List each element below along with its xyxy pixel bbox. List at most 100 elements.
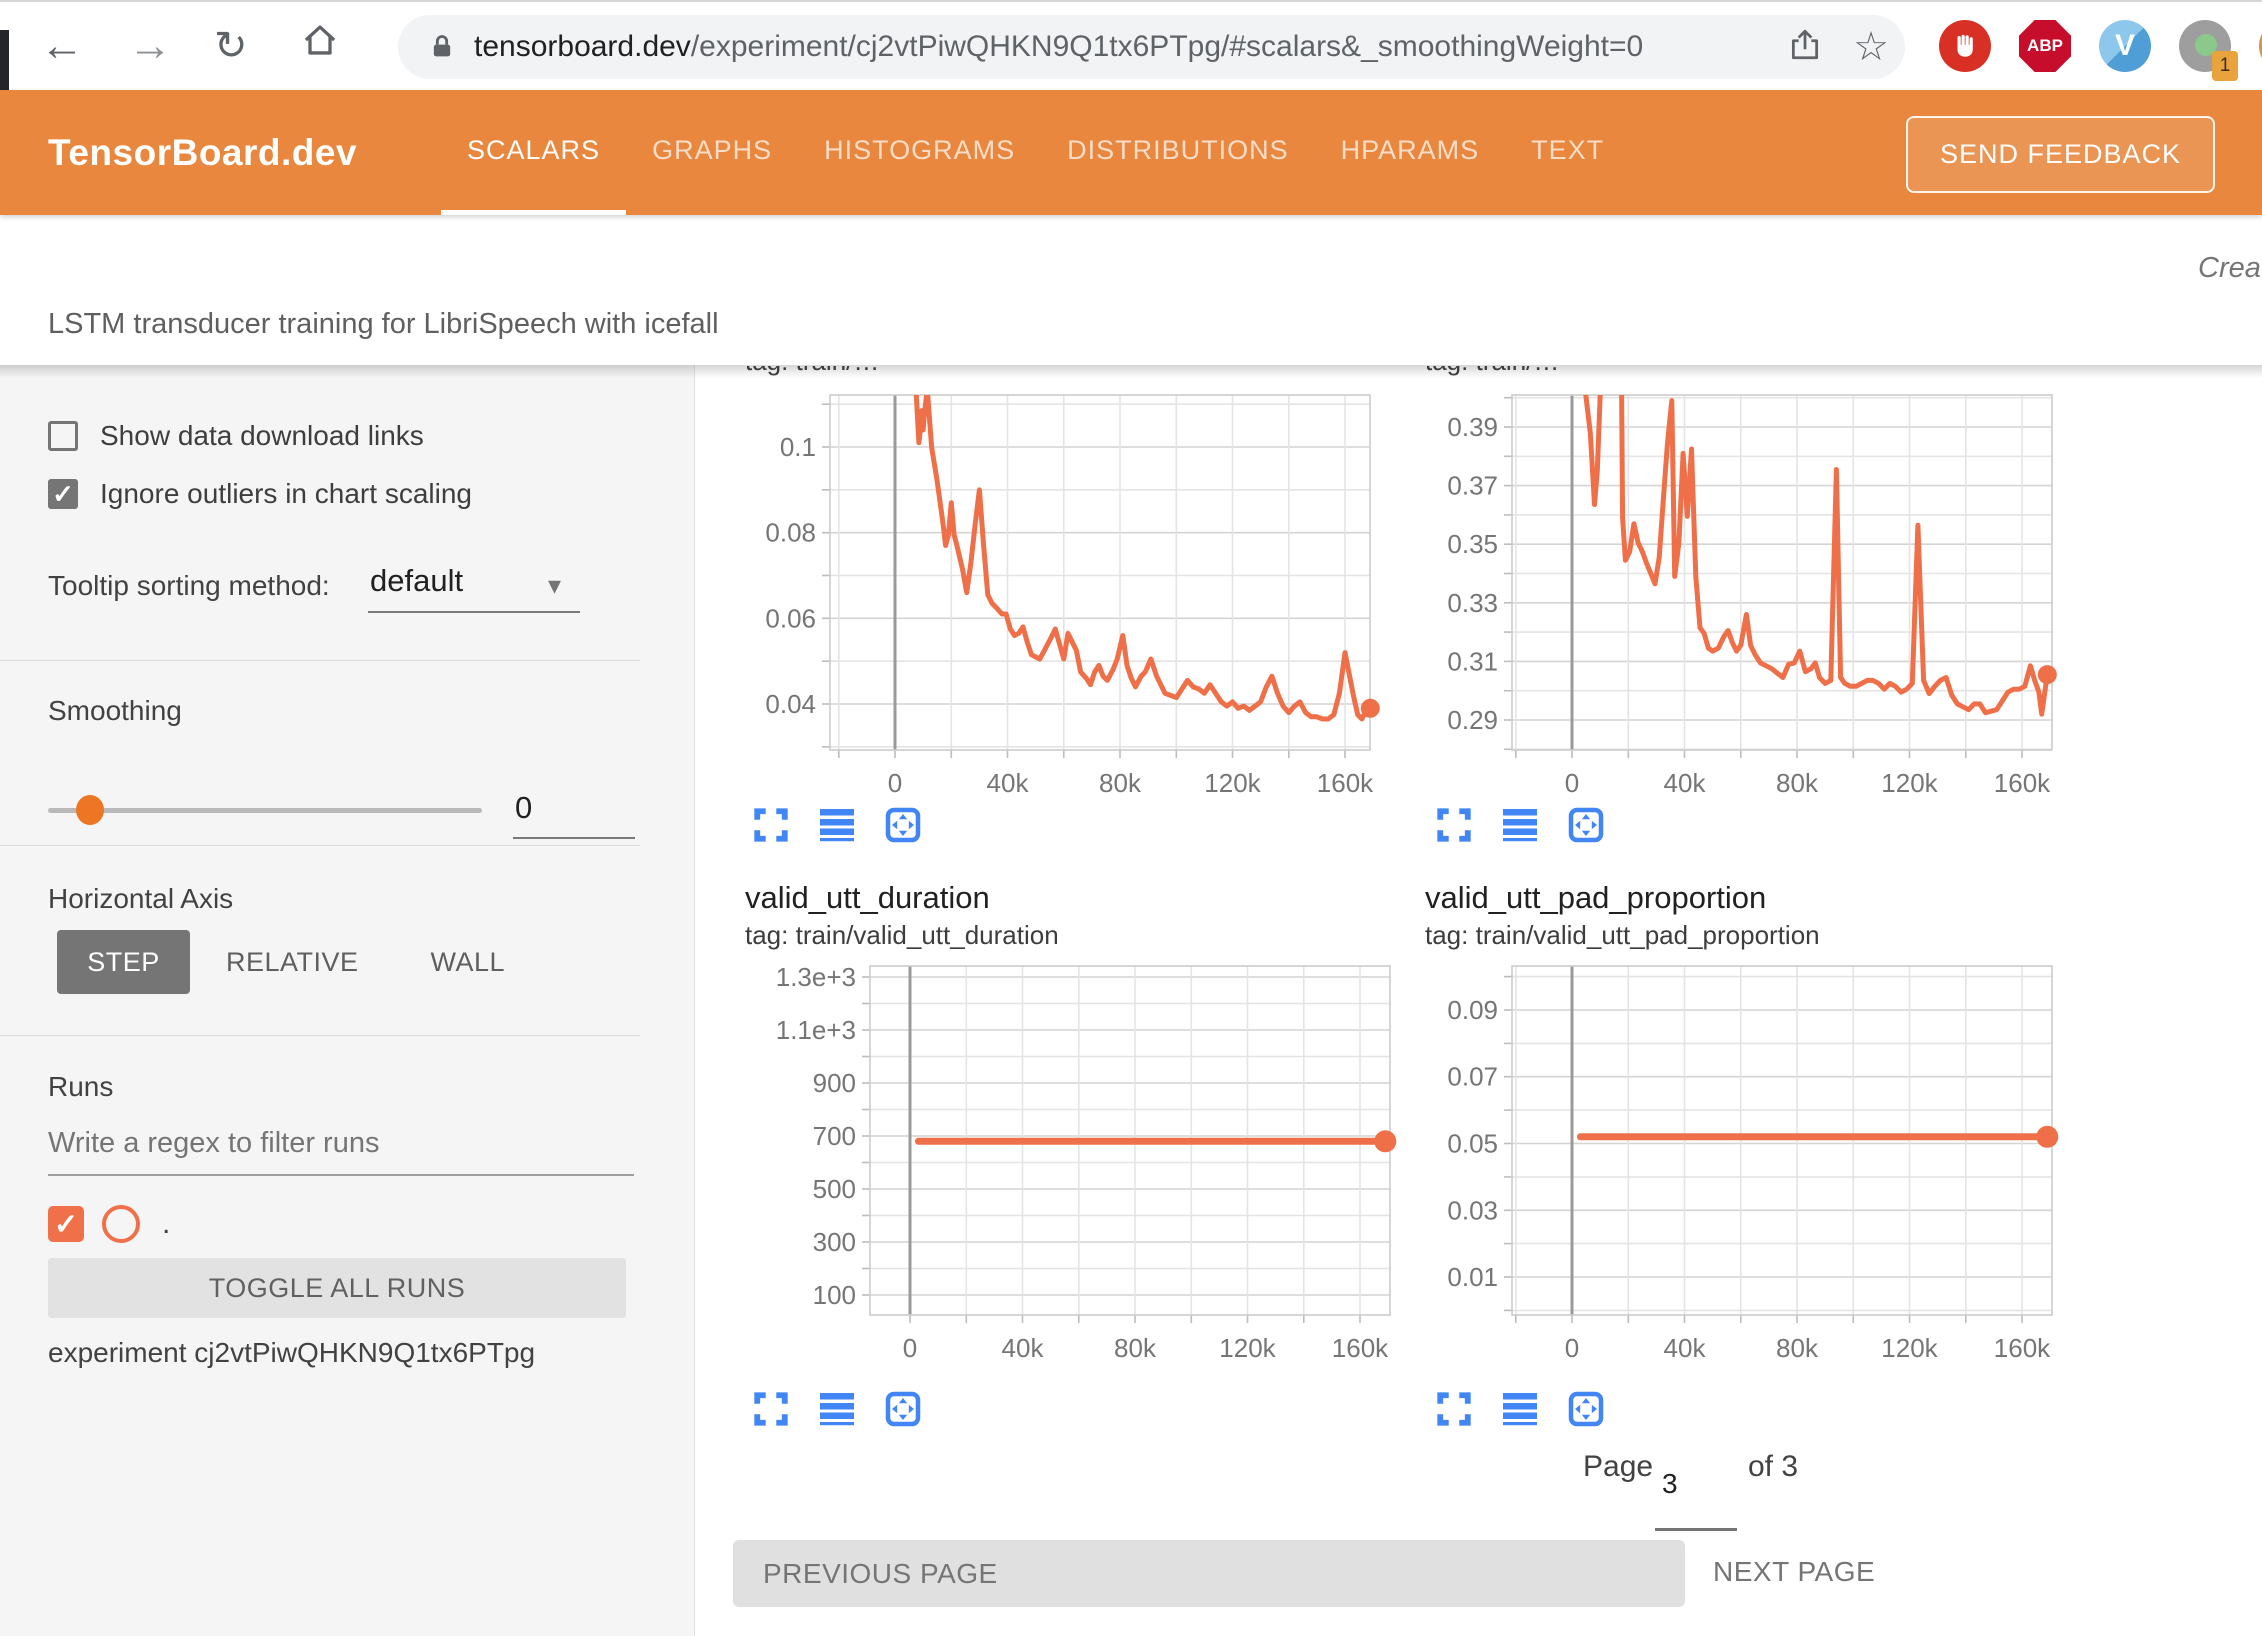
- brand-logo[interactable]: TensorBoard.dev: [48, 132, 408, 174]
- fit-domain-icon[interactable]: [1567, 1390, 1605, 1428]
- app-header: TensorBoard.dev SCALARS GRAPHS HISTOGRAM…: [0, 90, 2262, 215]
- svg-text:0.03: 0.03: [1447, 1195, 1498, 1225]
- fullscreen-icon[interactable]: [752, 806, 790, 844]
- scalar-chart-top-right[interactable]: 0.290.310.330.350.370.39040k80k120k160k: [1380, 368, 2090, 828]
- checkbox-icon[interactable]: ✓: [48, 479, 78, 509]
- tooltip-sort-dropdown[interactable]: default: [370, 563, 463, 599]
- checkbox-icon[interactable]: [48, 421, 78, 451]
- svg-text:500: 500: [813, 1174, 856, 1204]
- chart-toolbar: [1435, 1390, 1605, 1428]
- axis-relative-button[interactable]: RELATIVE: [190, 930, 395, 994]
- svg-text:0.06: 0.06: [765, 603, 816, 633]
- tab-text[interactable]: TEXT: [1505, 90, 1630, 215]
- tab-distributions[interactable]: DISTRIBUTIONS: [1041, 90, 1315, 215]
- axis-wall-button[interactable]: WALL: [395, 930, 542, 994]
- axis-step-button[interactable]: STEP: [57, 930, 190, 994]
- svg-text:0.39: 0.39: [1447, 412, 1498, 442]
- scalar-chart-top-left[interactable]: 0.040.060.080.1040k80k120k160k: [700, 368, 1390, 828]
- svg-text:120k: 120k: [1204, 768, 1261, 798]
- send-feedback-button[interactable]: SEND FEEDBACK: [1906, 116, 2215, 193]
- tab-scalars[interactable]: SCALARS: [441, 90, 626, 215]
- address-bar[interactable]: tensorboard.dev/experiment/cj2vtPiwQHKN9…: [398, 15, 1905, 79]
- smoothing-value-input[interactable]: 0: [515, 790, 532, 826]
- run-row: ✓ .: [48, 1205, 170, 1243]
- fullscreen-icon[interactable]: [1435, 806, 1473, 844]
- lock-icon: [428, 32, 456, 62]
- smoothing-value-underline: [513, 837, 635, 839]
- dropdown-underline: [368, 611, 580, 613]
- fit-domain-icon[interactable]: [1567, 806, 1605, 844]
- next-page-button[interactable]: NEXT PAGE: [1713, 1556, 1875, 1588]
- svg-text:120k: 120k: [1881, 1333, 1938, 1363]
- log-scale-icon[interactable]: [818, 1390, 856, 1428]
- smoothing-slider-track[interactable]: [48, 808, 482, 813]
- run-color-swatch[interactable]: [102, 1205, 140, 1243]
- ignore-outliers-checkbox[interactable]: ✓ Ignore outliers in chart scaling: [48, 478, 472, 510]
- chevron-down-icon[interactable]: ▾: [548, 570, 561, 601]
- fullscreen-icon[interactable]: [1435, 1390, 1473, 1428]
- cookie-icon[interactable]: [2258, 19, 2262, 73]
- log-scale-icon[interactable]: [818, 806, 856, 844]
- scalar-chart-valid-utt-duration[interactable]: 1003005007009001.1e+31.3e+3040k80k120k16…: [700, 950, 1400, 1400]
- fit-domain-icon[interactable]: [884, 1390, 922, 1428]
- url-path: /experiment/cj2vtPiwQHKN9Q1tx6PTpg/#scal…: [691, 30, 1643, 63]
- svg-text:120k: 120k: [1219, 1333, 1276, 1363]
- log-scale-icon[interactable]: [1501, 806, 1539, 844]
- main-nav: SCALARS GRAPHS HISTOGRAMS DISTRIBUTIONS …: [441, 90, 1630, 215]
- svg-text:80k: 80k: [1776, 1333, 1819, 1363]
- chart-toolbar: [752, 1390, 922, 1428]
- home-icon[interactable]: [300, 16, 340, 76]
- svg-text:0.29: 0.29: [1447, 705, 1498, 735]
- fullscreen-icon[interactable]: [752, 1390, 790, 1428]
- scalar-chart-valid-utt-pad-proportion[interactable]: 0.010.030.050.070.09040k80k120k160k: [1380, 950, 2080, 1400]
- created-text-clipped: Crea: [2198, 252, 2261, 285]
- profile-extension-icon[interactable]: 1: [2178, 19, 2232, 73]
- chart-toolbar: [1435, 806, 1605, 844]
- url-host: tensorboard.dev: [474, 30, 691, 63]
- page-number-input[interactable]: 3: [1662, 1468, 1678, 1500]
- reload-icon[interactable]: ↻: [214, 16, 248, 76]
- blocker-extension-icon[interactable]: [1938, 19, 1992, 73]
- svg-text:120k: 120k: [1881, 768, 1938, 798]
- svg-text:40k: 40k: [1664, 1333, 1707, 1363]
- runs-filter-input[interactable]: [48, 1127, 634, 1176]
- previous-page-button[interactable]: PREVIOUS PAGE: [733, 1540, 1685, 1607]
- divider: [0, 660, 640, 661]
- svg-text:0: 0: [1565, 1333, 1579, 1363]
- svg-text:300: 300: [813, 1227, 856, 1257]
- svg-text:0.04: 0.04: [765, 689, 816, 719]
- svg-text:0: 0: [903, 1333, 917, 1363]
- svg-text:100: 100: [813, 1280, 856, 1310]
- show-download-links-checkbox[interactable]: Show data download links: [48, 420, 424, 452]
- page-of-label: of 3: [1748, 1450, 1798, 1484]
- svg-text:160k: 160k: [1317, 768, 1374, 798]
- svg-text:40k: 40k: [1664, 768, 1707, 798]
- tab-hparams[interactable]: HPARAMS: [1315, 90, 1506, 215]
- smoothing-label: Smoothing: [48, 695, 182, 727]
- tensorboard-page: ← → ↻ tensorboard.dev/experiment/cj2vtPi…: [0, 0, 2262, 1636]
- tab-graphs[interactable]: GRAPHS: [626, 90, 798, 215]
- forward-icon[interactable]: →: [128, 16, 172, 76]
- tab-histograms[interactable]: HISTOGRAMS: [798, 90, 1041, 215]
- svg-text:1.1e+3: 1.1e+3: [776, 1015, 856, 1045]
- tooltip-sort-label: Tooltip sorting method:: [48, 570, 330, 602]
- fit-domain-icon[interactable]: [884, 806, 922, 844]
- svg-text:900: 900: [813, 1068, 856, 1098]
- smoothing-slider-thumb[interactable]: [76, 795, 104, 825]
- share-icon[interactable]: [1787, 27, 1823, 68]
- run-checkbox[interactable]: ✓: [48, 1206, 84, 1242]
- chart-tag: tag: train/valid_utt_pad_proportion: [1425, 920, 1820, 951]
- divider: [0, 845, 640, 846]
- svg-text:0: 0: [888, 768, 902, 798]
- horizontal-axis-toggle: STEP RELATIVE WALL: [57, 930, 541, 994]
- svg-text:0.37: 0.37: [1447, 471, 1498, 501]
- svg-text:40k: 40k: [1002, 1333, 1045, 1363]
- toggle-all-runs-button[interactable]: TOGGLE ALL RUNS: [48, 1258, 626, 1318]
- abp-extension-icon[interactable]: ABP: [2018, 19, 2072, 73]
- log-scale-icon[interactable]: [1501, 1390, 1539, 1428]
- back-icon[interactable]: ←: [40, 16, 84, 76]
- chart-toolbar: [752, 806, 922, 844]
- v-extension-icon[interactable]: V: [2098, 19, 2152, 73]
- svg-text:0.35: 0.35: [1447, 529, 1498, 559]
- bookmark-star-icon[interactable]: ☆: [1853, 27, 1889, 67]
